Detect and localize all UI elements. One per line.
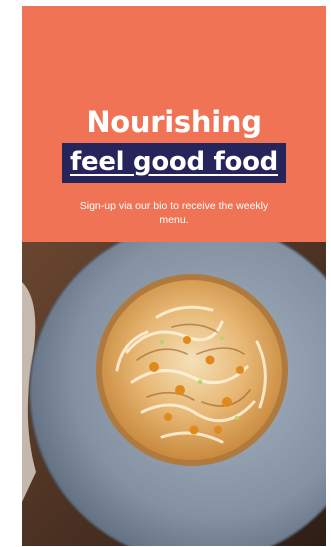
highlight-row: feel good food: [22, 143, 326, 183]
hero-banner: Nourishing feel good food Sign-up via ou…: [22, 6, 326, 242]
headline: Nourishing: [86, 105, 262, 139]
highlight-text: feel good food: [62, 143, 286, 183]
post-card: Nourishing feel good food Sign-up via ou…: [22, 6, 326, 546]
signup-text: Sign-up via our bio to receive the weekl…: [79, 200, 269, 226]
tart-illustration: [22, 220, 326, 546]
tart-photo: [22, 220, 326, 546]
